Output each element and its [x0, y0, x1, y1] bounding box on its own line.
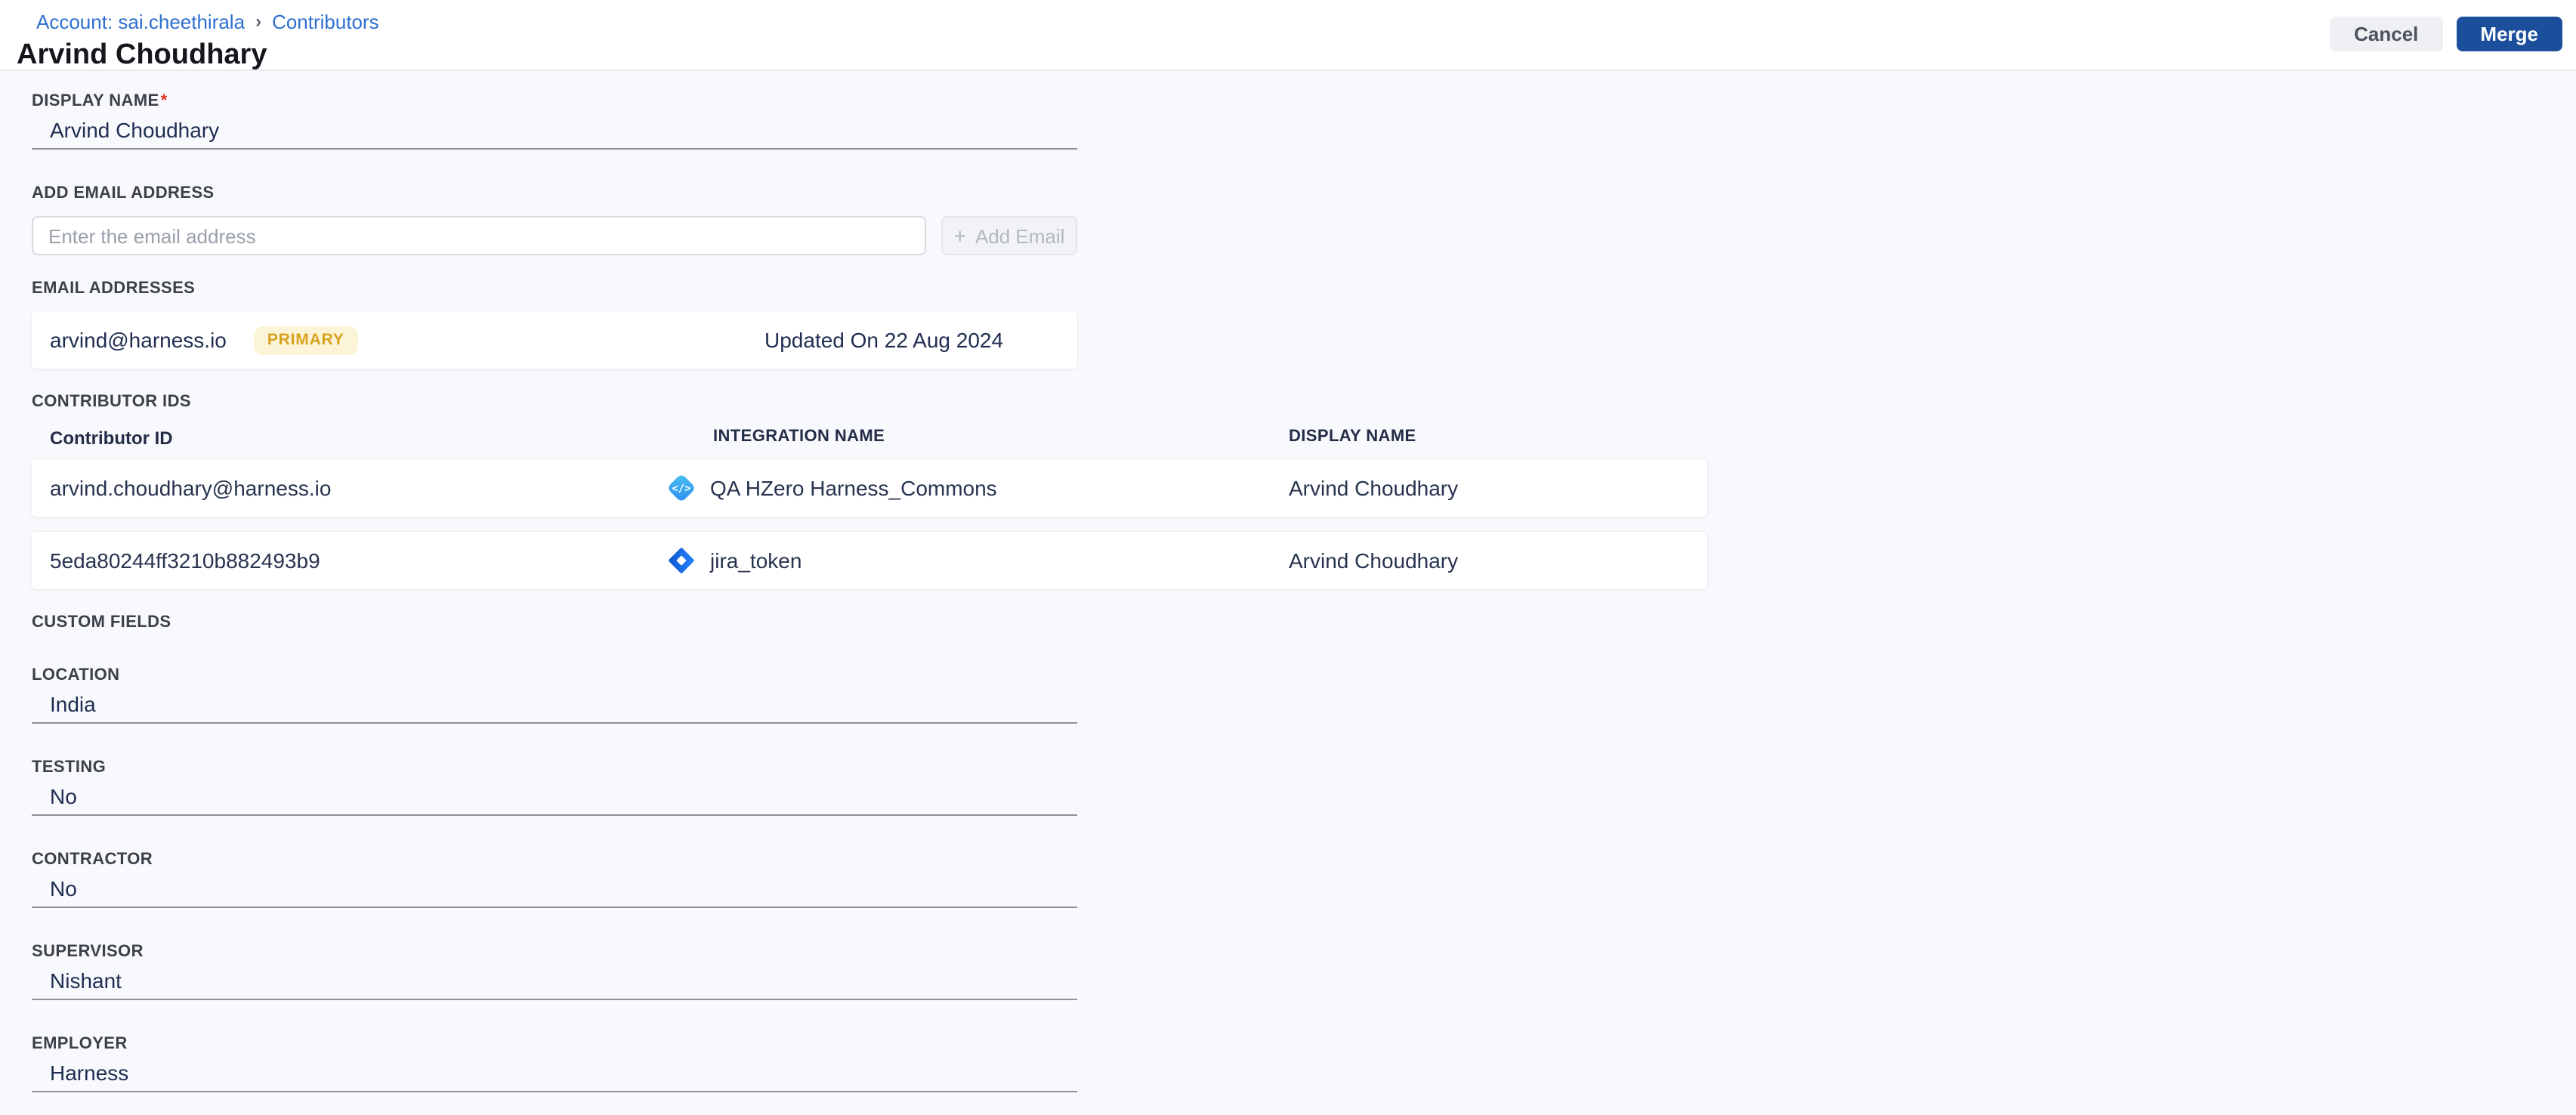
contributor-ids-table-header: Contributor ID INTEGRATION NAME DISPLAY …	[32, 428, 2576, 449]
breadcrumb: Account: sai.cheethirala › Contributors	[36, 11, 379, 33]
supervisor-input[interactable]	[32, 970, 1077, 1000]
custom-field-testing: TESTING	[32, 758, 2576, 816]
custom-field-contractor: CONTRACTOR	[32, 851, 2576, 908]
employer-label: EMPLOYER	[32, 1035, 128, 1053]
add-email-label: ADD EMAIL ADDRESS	[32, 184, 215, 202]
email-addresses-label: EMAIL ADDRESSES	[32, 280, 196, 298]
chevron-right-icon: ›	[255, 11, 262, 32]
page-title: Arvind Choudhary	[17, 39, 267, 71]
custom-fields-label: CUSTOM FIELDS	[32, 613, 171, 632]
column-header-contributor-id: Contributor ID	[50, 428, 173, 449]
custom-field-employer: EMPLOYER	[32, 1035, 2576, 1092]
custom-fields-section: CUSTOM FIELDS LOCATION TESTING CONTRACTO…	[32, 613, 2576, 1092]
code-integration-icon: </>	[669, 475, 694, 501]
supervisor-label: SUPERVISOR	[32, 943, 144, 961]
contributor-ids-label: CONTRIBUTOR IDS	[32, 393, 191, 411]
display-name-cell: Arvind Choudhary	[1289, 476, 1459, 500]
column-header-display-name: DISPLAY NAME	[1289, 428, 1416, 446]
contractor-input[interactable]	[32, 878, 1077, 908]
column-header-integration-name: INTEGRATION NAME	[713, 428, 885, 446]
integration-name: QA HZero Harness_Commons	[710, 476, 997, 500]
contributor-merge-page: Account: sai.cheethirala › Contributors …	[0, 0, 2576, 1115]
location-input[interactable]	[32, 693, 1077, 724]
add-email-row: + Add Email	[32, 216, 2576, 255]
header-left: Account: sai.cheethirala › Contributors …	[17, 11, 379, 71]
table-row: 5eda80244ff3210b882493b9 jira_token Arvi…	[32, 532, 1707, 589]
email-updated-on: Updated On 22 Aug 2024	[764, 328, 1004, 352]
add-email-section: ADD EMAIL ADDRESS + Add Email	[32, 184, 2576, 255]
display-name-label: DISPLAY NAME *	[32, 92, 2576, 112]
table-row: arvind.choudhary@harness.io </> QA HZero…	[32, 459, 1707, 517]
integration-name: jira_token	[710, 548, 802, 573]
testing-label: TESTING	[32, 758, 107, 777]
testing-input[interactable]	[32, 786, 1077, 816]
required-asterisk: *	[160, 92, 168, 110]
custom-field-supervisor: SUPERVISOR	[32, 943, 2576, 1000]
breadcrumb-account-link[interactable]: Account: sai.cheethirala	[36, 11, 245, 33]
contractor-label: CONTRACTOR	[32, 851, 153, 869]
email-address-row: arvind@harness.io PRIMARY Updated On 22 …	[32, 311, 1077, 369]
add-email-button-label: Add Email	[974, 224, 1065, 247]
svg-text:</>: </>	[672, 483, 690, 495]
header-actions: Cancel Merge	[2330, 17, 2562, 51]
cancel-button[interactable]: Cancel	[2330, 17, 2443, 51]
contributor-form: DISPLAY NAME* ADD EMAIL ADDRESS + Add Em…	[0, 71, 2576, 1092]
contributor-ids-section: CONTRIBUTOR IDS Contributor ID INTEGRATI…	[32, 393, 2576, 589]
contributor-id-cell: arvind.choudhary@harness.io	[50, 476, 332, 500]
integration-cell: </> QA HZero Harness_Commons	[665, 471, 997, 505]
display-name-cell: Arvind Choudhary	[1289, 548, 1459, 573]
employer-input[interactable]	[32, 1062, 1077, 1092]
add-email-button[interactable]: + Add Email	[941, 216, 1077, 255]
email-address-input[interactable]	[32, 216, 926, 255]
breadcrumb-contributors-link[interactable]: Contributors	[272, 11, 379, 33]
email-address-value: arvind@harness.io	[50, 328, 227, 352]
custom-field-location: LOCATION	[32, 666, 2576, 724]
display-name-input[interactable]	[32, 119, 1077, 150]
merge-button[interactable]: Merge	[2456, 17, 2562, 51]
email-addresses-section: EMAIL ADDRESSES arvind@harness.io PRIMAR…	[32, 280, 2576, 369]
jira-icon	[669, 548, 694, 573]
display-name-label-text: DISPLAY NAME	[32, 92, 159, 110]
location-label: LOCATION	[32, 666, 120, 684]
primary-badge: PRIMARY	[253, 326, 358, 354]
integration-cell: jira_token	[665, 544, 802, 577]
contributor-id-cell: 5eda80244ff3210b882493b9	[50, 548, 320, 573]
plus-icon: +	[953, 224, 966, 248]
page-header: Account: sai.cheethirala › Contributors …	[0, 0, 2576, 71]
display-name-field: DISPLAY NAME *	[32, 92, 2576, 150]
